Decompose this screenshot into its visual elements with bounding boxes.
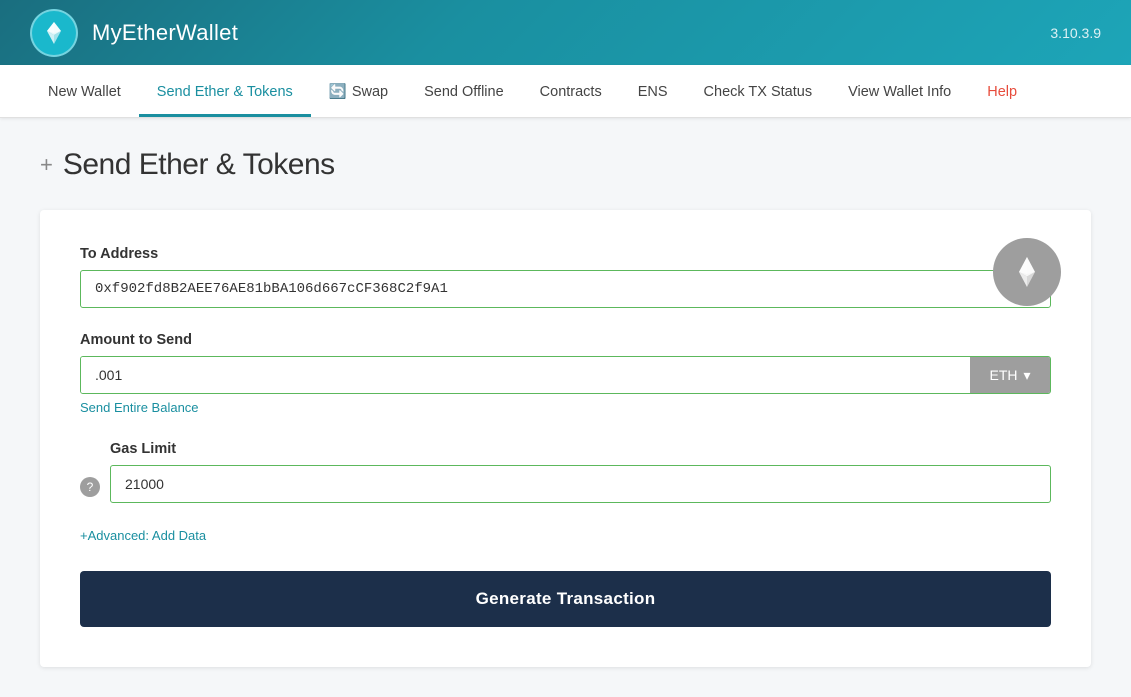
- send-entire-balance-link[interactable]: Send Entire Balance: [80, 400, 199, 415]
- gas-limit-row: ? Gas Limit: [80, 441, 1051, 503]
- nav-item-ens[interactable]: ENS: [620, 66, 686, 117]
- send-form-card: To Address Amount to Send ETH ▾ Send Ent…: [40, 210, 1091, 667]
- to-address-group: To Address: [80, 246, 1051, 308]
- amount-input[interactable]: [81, 357, 970, 393]
- app-version: 3.10.3.9: [1050, 25, 1101, 41]
- header-left: MyEtherWallet: [30, 9, 238, 57]
- generate-transaction-button[interactable]: Generate Transaction: [80, 571, 1051, 627]
- advanced-add-data-link[interactable]: +Advanced: Add Data: [80, 528, 206, 543]
- nav-item-new-wallet[interactable]: New Wallet: [30, 66, 139, 117]
- eth-icon: [993, 238, 1061, 306]
- main-nav: New Wallet Send Ether & Tokens 🔄 Swap Se…: [0, 65, 1131, 118]
- token-label: ETH: [989, 367, 1017, 383]
- nav-item-contracts[interactable]: Contracts: [522, 66, 620, 117]
- token-dropdown-button[interactable]: ETH ▾: [970, 357, 1050, 393]
- app-title: MyEtherWallet: [92, 20, 238, 46]
- nav-item-view-wallet-info[interactable]: View Wallet Info: [830, 66, 969, 117]
- gas-limit-label: Gas Limit: [110, 441, 1051, 457]
- gas-content: Gas Limit: [110, 441, 1051, 503]
- nav-item-check-tx-status[interactable]: Check TX Status: [686, 66, 831, 117]
- app-logo: [30, 9, 78, 57]
- to-address-input[interactable]: [80, 270, 1051, 308]
- dropdown-arrow-icon: ▾: [1023, 367, 1030, 384]
- amount-row: ETH ▾: [80, 356, 1051, 394]
- nav-item-send-offline[interactable]: Send Offline: [406, 66, 522, 117]
- page-content: + Send Ether & Tokens To Address Amount …: [0, 118, 1131, 697]
- gas-limit-input[interactable]: [110, 465, 1051, 503]
- app-header: MyEtherWallet 3.10.3.9: [0, 0, 1131, 65]
- swap-icon: 🔄: [329, 83, 347, 100]
- to-address-label: To Address: [80, 246, 1051, 262]
- nav-item-send-ether-tokens[interactable]: Send Ether & Tokens: [139, 66, 311, 117]
- page-title-row: + Send Ether & Tokens: [40, 148, 1091, 182]
- nav-item-help[interactable]: Help: [969, 66, 1035, 117]
- page-plus-icon: +: [40, 152, 53, 178]
- gas-help-icon[interactable]: ?: [80, 477, 100, 497]
- amount-label: Amount to Send: [80, 332, 1051, 348]
- page-title: Send Ether & Tokens: [63, 148, 335, 182]
- amount-group: Amount to Send ETH ▾ Send Entire Balance: [80, 332, 1051, 417]
- nav-item-swap[interactable]: 🔄 Swap: [311, 65, 406, 117]
